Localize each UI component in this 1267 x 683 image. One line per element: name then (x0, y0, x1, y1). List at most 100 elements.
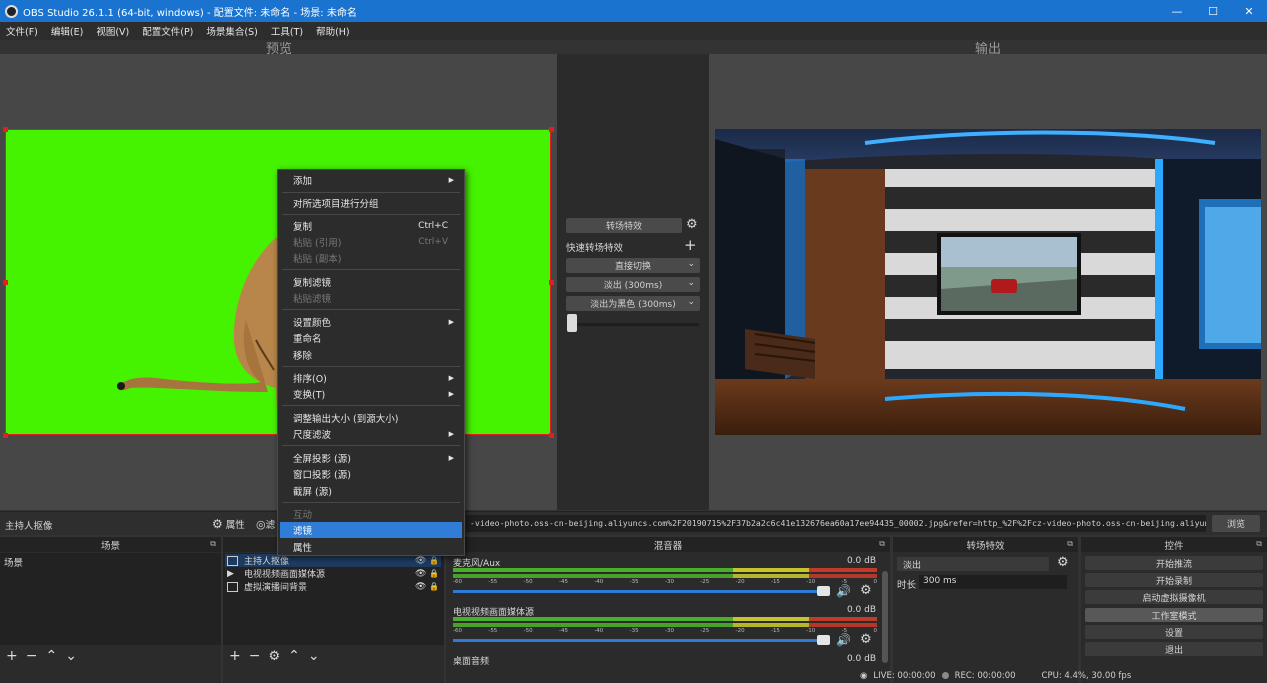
chevron-right-icon: ▶ (448, 454, 454, 462)
gear-icon[interactable]: ⚙ (860, 583, 872, 598)
channel-db: 0.0 dB (846, 556, 876, 566)
menu-view[interactable]: 视图(V) (96, 24, 129, 38)
menu-item-screenshot[interactable]: 截屏 (源) (280, 483, 462, 499)
start-streaming-button[interactable]: 开始推流 (1085, 556, 1263, 570)
remove-source-button[interactable]: − (249, 648, 261, 664)
volume-meter (453, 568, 877, 572)
scenes-toolbar: + − ⌃ ⌄ (0, 646, 221, 666)
sources-list[interactable]: 主持人抠像 👁 🔒 ▶ 电视视频画面媒体源 👁 🔒 虚拟演播间背景 👁 🔒 (223, 553, 444, 645)
exit-button[interactable]: 退出 (1085, 642, 1263, 656)
minimize-button[interactable]: — (1159, 0, 1195, 22)
source-row-studio-bg[interactable]: 虚拟演播间背景 👁 🔒 (225, 580, 441, 593)
settings-button[interactable]: 设置 (1085, 625, 1263, 639)
menu-scene-collection[interactable]: 场景集合(S) (206, 24, 257, 38)
menu-item-scale-filtering[interactable]: 尺度滤波 ▶ (280, 426, 462, 442)
resize-handle[interactable] (549, 280, 554, 285)
menu-item-order[interactable]: 排序(O) ▶ (280, 370, 462, 386)
cut-select[interactable]: 直接切换 ⌄ (566, 258, 700, 273)
properties-label: 属性 (225, 520, 245, 531)
scenes-list[interactable]: 场景 (0, 553, 221, 645)
properties-button[interactable]: ⚙ 属性 (212, 517, 245, 531)
volume-slider[interactable] (453, 590, 827, 593)
move-up-button[interactable]: ⌃ (45, 648, 57, 664)
add-scene-button[interactable]: + (6, 648, 18, 664)
menu-item-label: 复制滤镜 (293, 278, 332, 289)
undock-icon[interactable]: ⧉ (1067, 539, 1073, 549)
mixer-scrollbar[interactable] (882, 571, 888, 663)
t-bar-handle[interactable] (567, 314, 577, 332)
maximize-button[interactable]: ☐ (1195, 0, 1231, 22)
source-properties-button[interactable]: ⚙ (268, 649, 280, 664)
duration-label: 时长 (897, 580, 917, 591)
gear-icon[interactable]: ⚙ (1057, 555, 1069, 570)
eye-icon[interactable]: 👁 (415, 569, 429, 579)
resize-handle[interactable] (3, 127, 8, 132)
menu-item-add[interactable]: 添加 ▶ (280, 172, 462, 188)
menu-item-resize-output[interactable]: 调整输出大小 (到源大小) (280, 410, 462, 426)
gear-icon[interactable]: ⚙ (860, 632, 872, 647)
volume-slider-handle[interactable] (817, 635, 830, 645)
menu-item-transform[interactable]: 变换(T) ▶ (280, 386, 462, 402)
lock-icon[interactable]: 🔒 (429, 582, 441, 591)
move-down-button[interactable]: ⌄ (308, 648, 320, 664)
menu-edit[interactable]: 编辑(E) (51, 24, 83, 38)
lock-icon[interactable]: 🔒 (429, 569, 441, 578)
menu-item-set-color[interactable]: 设置颜色 ▶ (280, 314, 462, 330)
menu-tools[interactable]: 工具(T) (271, 24, 303, 38)
menu-item-filters[interactable]: 滤镜 (280, 522, 462, 538)
volume-slider-handle[interactable] (817, 586, 830, 596)
duration-input[interactable]: 300 ms (919, 575, 1067, 589)
menu-item-windowed-projector[interactable]: 窗口投影 (源) (280, 466, 462, 482)
eye-icon[interactable]: 👁 (415, 582, 429, 592)
studio-mode-button[interactable]: 工作室模式 (1085, 608, 1263, 622)
menu-item-copy[interactable]: 复制 Ctrl+C (280, 218, 462, 234)
undock-icon[interactable]: ⧉ (1256, 539, 1262, 549)
close-button[interactable]: ✕ (1231, 0, 1267, 22)
lock-icon[interactable]: 🔒 (429, 556, 441, 565)
browse-button[interactable]: 浏览 (1212, 515, 1260, 532)
remove-scene-button[interactable]: − (26, 648, 38, 664)
filters-button[interactable]: ◎滤 (256, 517, 275, 531)
resize-handle[interactable] (3, 280, 8, 285)
menu-item-copy-filters[interactable]: 复制滤镜 (280, 274, 462, 290)
menu-item-paste-reference: 粘贴 (引用) Ctrl+V (280, 234, 462, 250)
scene-item[interactable]: 场景 (4, 555, 23, 569)
add-source-button[interactable]: + (229, 648, 241, 664)
menu-item-group[interactable]: 对所选项目进行分组 (280, 195, 462, 211)
channel-db: 0.0 dB (846, 654, 876, 664)
transition-effects-button[interactable]: 转场特效 (566, 218, 682, 233)
speaker-icon[interactable]: 🔊 (836, 584, 851, 598)
plus-icon[interactable]: + (684, 236, 697, 254)
resize-handle[interactable] (549, 127, 554, 132)
gear-icon[interactable]: ⚙ (686, 217, 698, 232)
speaker-icon[interactable]: 🔊 (836, 633, 851, 647)
start-virtual-camera-button[interactable]: 启动虚拟摄像机 (1085, 590, 1263, 604)
menu-item-fullscreen-projector[interactable]: 全屏投影 (源) ▶ (280, 450, 462, 466)
undock-icon[interactable]: ⧉ (210, 539, 216, 549)
menu-item-label: 属性 (293, 543, 313, 554)
image-path-field[interactable]: -video-photo.oss-cn-beijing.aliyuncs.com… (466, 515, 1206, 532)
menu-item-remove[interactable]: 移除 (280, 347, 462, 363)
menu-item-properties[interactable]: 属性 (280, 539, 462, 555)
transition-select[interactable]: 淡出 (897, 557, 1049, 571)
chevron-right-icon: ▶ (448, 430, 454, 438)
start-recording-button[interactable]: 开始录制 (1085, 573, 1263, 587)
move-up-button[interactable]: ⌃ (288, 648, 300, 664)
t-bar-track[interactable] (569, 323, 699, 326)
move-down-button[interactable]: ⌄ (65, 648, 77, 664)
volume-slider[interactable] (453, 639, 827, 642)
menu-help[interactable]: 帮助(H) (316, 24, 350, 38)
fade-black-select[interactable]: 淡出为黑色 (300ms) ⌄ (566, 296, 700, 311)
menu-file[interactable]: 文件(F) (6, 24, 38, 38)
filters-label: 滤 (265, 520, 276, 531)
resize-handle[interactable] (549, 433, 554, 438)
eye-icon[interactable]: 👁 (415, 556, 429, 566)
menu-item-rename[interactable]: 重命名 (280, 330, 462, 346)
menu-profile[interactable]: 配置文件(P) (142, 24, 193, 38)
resize-handle[interactable] (3, 433, 8, 438)
fade-select[interactable]: 淡出 (300ms) ⌄ (566, 277, 700, 292)
fade-select-label: 淡出 (300ms) (603, 281, 663, 291)
undock-icon[interactable]: ⧉ (879, 539, 885, 549)
source-row-tv-media[interactable]: ▶ 电视视频画面媒体源 👁 🔒 (225, 567, 441, 581)
controls-dock-title: 控件 (1164, 540, 1184, 552)
